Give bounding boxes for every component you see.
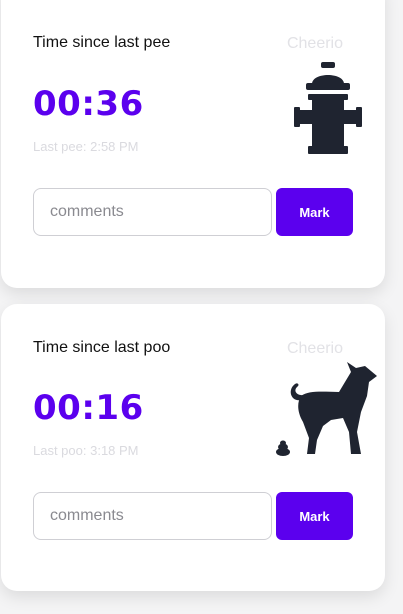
poo-cheerio-label: Cheerio	[286, 340, 343, 357]
pee-cheerio-label: Cheerio	[286, 35, 343, 52]
dog-pooping-icon	[276, 362, 377, 456]
poo-comments-input[interactable]	[33, 492, 272, 540]
last-pee-time: Last pee: 2:58 PM	[33, 139, 139, 154]
pee-timer: 00:36	[33, 84, 144, 124]
pee-card-title: Time since last pee	[33, 34, 171, 51]
last-poo-time: Last poo: 3:18 PM	[33, 443, 139, 458]
poo-mark-button[interactable]: Mark	[276, 492, 353, 540]
pee-card: Time since last pee Cheerio 00:36 Last p…	[1, 0, 385, 288]
pee-mark-button[interactable]: Mark	[276, 188, 353, 236]
poo-card: Time since last poo Cheerio 00:16 Last p…	[1, 304, 385, 591]
pee-comments-input[interactable]	[33, 188, 272, 236]
fire-hydrant-icon	[294, 62, 362, 154]
poo-card-title: Time since last poo	[33, 339, 171, 356]
poo-timer: 00:16	[33, 388, 144, 428]
